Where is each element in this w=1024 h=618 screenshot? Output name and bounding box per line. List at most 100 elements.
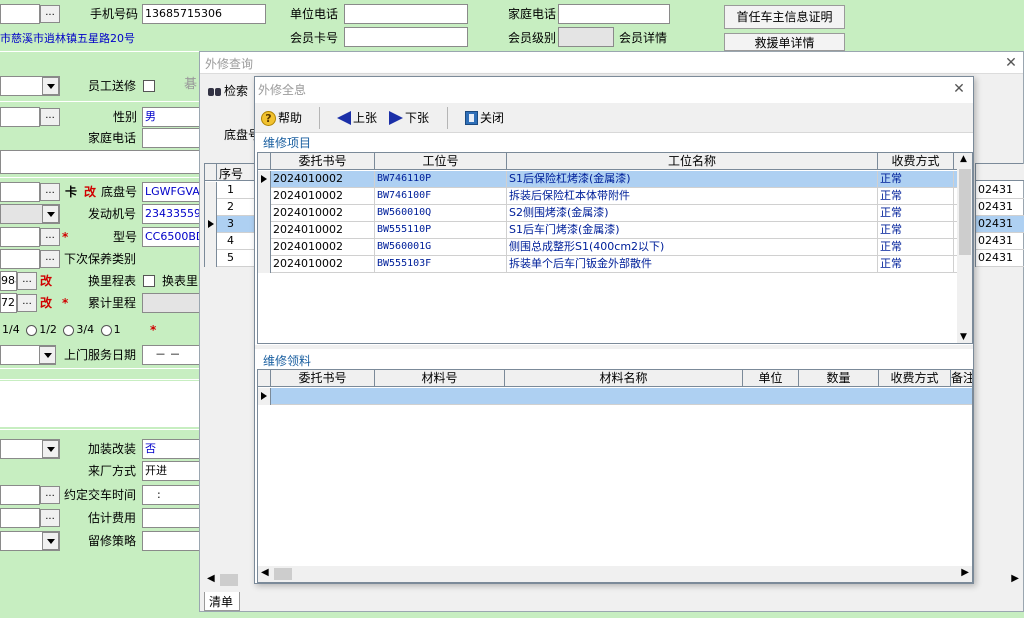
fuel-radio-group[interactable]: 1/4 1/2 3/4 1	[2, 321, 121, 339]
repair-row[interactable]: 2024010002 BW555110P S1后车门烤漆(金属漆) 正常	[258, 222, 957, 239]
left-lookup-button-3[interactable]: ...	[40, 183, 60, 201]
material-horizontal-scrollbar[interactable]: ◀ ▶	[258, 566, 972, 582]
left-select-1-dropdown[interactable]	[42, 77, 59, 95]
repair-row[interactable]: 2024010002 BW746100F 拆装后保险杠本体带附件 正常	[258, 188, 957, 205]
detail-window-titlebar[interactable]: 外修全息 ✕	[255, 77, 973, 101]
outer-row[interactable]: 5	[205, 250, 257, 267]
left-field-5[interactable]	[0, 249, 40, 269]
repair-row[interactable]: 2024010002 BW560010Q S2侧围烤漆(金属漆) 正常	[258, 205, 957, 222]
outer-row[interactable]: 1	[205, 182, 257, 199]
addon-field[interactable]: 否	[142, 439, 202, 459]
bottom-tab[interactable]: 清单	[204, 592, 240, 611]
mcol-name[interactable]: 材料名称	[505, 370, 743, 387]
fuel-option-2[interactable]: 1/2	[39, 323, 57, 336]
arrival-field[interactable]: 开进	[142, 461, 202, 481]
next-button[interactable]: 下张	[389, 107, 429, 129]
staff-delivery-checkbox[interactable]	[143, 80, 155, 92]
outer-row[interactable]: 2	[205, 199, 257, 216]
fuel-option-1[interactable]: 1/4	[2, 323, 20, 336]
chassis-field[interactable]: LGWFGVA80	[142, 182, 202, 202]
mcol-qty[interactable]: 数量	[799, 370, 879, 387]
outer-search-button[interactable]: 检索	[208, 82, 248, 99]
col-order[interactable]: 委托书号	[271, 153, 375, 170]
outer-row[interactable]: 4	[205, 233, 257, 250]
repair-row[interactable]: 2024010002 BW555103F 拆装单个后车门钣金外部散件 正常	[258, 256, 957, 273]
gender-field[interactable]: 男	[142, 107, 202, 127]
left-lookup-button-9[interactable]: ...	[40, 509, 60, 527]
scroll-up-icon[interactable]: ▲	[960, 154, 967, 164]
fuel-option-4[interactable]: 1	[114, 323, 121, 336]
left-lookup-button-7[interactable]: ...	[17, 294, 37, 312]
mcol-code[interactable]: 材料号	[375, 370, 505, 387]
left-select-4-dropdown[interactable]	[42, 440, 59, 458]
repair-items-grid[interactable]: 委托书号 工位号 工位名称 收费方式 2024010002 BW746110P S1…	[257, 152, 973, 344]
left-field-4[interactable]	[0, 227, 40, 247]
estimate-field[interactable]	[142, 508, 202, 528]
material-grid[interactable]: 委托书号 材料号 材料名称 单位 数量 收费方式 备注 ◀ ▶	[257, 369, 973, 583]
home-phone-field[interactable]	[558, 4, 670, 24]
rescue-button[interactable]: 救援单详情	[724, 33, 845, 51]
left-lookup-button-4[interactable]: ...	[40, 228, 60, 246]
left-field-7[interactable]	[0, 508, 40, 528]
first-owner-button[interactable]: 首任车主信息证明	[724, 5, 845, 29]
scroll-thumb[interactable]	[959, 169, 971, 255]
left-field-wide[interactable]	[0, 150, 205, 174]
scroll-right-icon[interactable]: ▶	[961, 567, 969, 578]
close-icon[interactable]: ✕	[1003, 55, 1019, 71]
work-phone-field[interactable]	[344, 4, 468, 24]
help-button[interactable]: ? 帮助	[261, 107, 302, 129]
repair-row[interactable]: 2024010002 BW746110P S1后保险杠烤漆(金属漆) 正常	[258, 171, 957, 188]
mcol-note[interactable]: 备注	[951, 370, 972, 387]
engine-field[interactable]: 234335598	[142, 204, 202, 224]
outer-row[interactable]: 3	[205, 216, 257, 233]
scroll-right-icon[interactable]: ▶	[1011, 573, 1019, 584]
mcol-order[interactable]: 委托书号	[271, 370, 375, 387]
left-value-2[interactable]: 72	[0, 293, 17, 313]
left-field-6[interactable]	[0, 485, 40, 505]
outer-window-titlebar[interactable]: 外修查询 ✕	[200, 52, 1023, 74]
scroll-thumb[interactable]	[220, 574, 238, 586]
left-value-1[interactable]: 988	[0, 271, 17, 291]
left-field-3[interactable]	[0, 182, 40, 202]
mobile-field[interactable]: 13685715306	[142, 4, 266, 24]
model-field[interactable]: CC6500BD2	[142, 227, 202, 247]
left-lookup-button-6[interactable]: ...	[17, 272, 37, 290]
left-lookup-button-8[interactable]: ...	[40, 486, 60, 504]
left-lookup-button-2[interactable]: ...	[40, 108, 60, 126]
scroll-left-icon[interactable]: ◀	[261, 567, 269, 578]
radio-icon[interactable]	[63, 324, 75, 336]
mcol-unit[interactable]: 单位	[743, 370, 799, 387]
repair-row[interactable]: 2024010002 BW560001G 侧围总成整形S1(400cm2以下) 正常	[258, 239, 957, 256]
radio-icon[interactable]	[26, 324, 38, 336]
prev-button[interactable]: 上张	[337, 107, 377, 129]
close-button[interactable]: 关闭	[465, 107, 504, 129]
scroll-thumb[interactable]	[274, 568, 292, 580]
delivery-time-field[interactable]: :	[142, 485, 202, 505]
left-notes-area[interactable]	[0, 381, 205, 427]
meter-change-checkbox[interactable]	[143, 275, 155, 287]
model-label: 型号	[113, 230, 138, 244]
stay-field[interactable]	[142, 531, 202, 551]
home-phone-field-2[interactable]	[142, 128, 202, 148]
radio-icon[interactable]	[100, 324, 112, 336]
fuel-option-3[interactable]: 3/4	[76, 323, 94, 336]
left-field-1[interactable]	[0, 4, 40, 24]
material-empty-row[interactable]	[258, 388, 972, 405]
mcol-charge[interactable]: 收费方式	[879, 370, 951, 387]
left-select-3-dropdown[interactable]	[39, 346, 56, 364]
scroll-down-icon[interactable]: ▼	[960, 332, 967, 342]
left-field-2[interactable]	[0, 107, 40, 127]
material-section-title: 维修领料	[263, 354, 312, 368]
close-icon[interactable]: ✕	[951, 81, 967, 97]
door-service-field[interactable]: － －	[142, 345, 202, 365]
col-name[interactable]: 工位名称	[507, 153, 878, 170]
member-card-field[interactable]	[344, 27, 468, 47]
col-code[interactable]: 工位号	[375, 153, 507, 170]
left-lookup-button-1[interactable]: ...	[40, 5, 60, 23]
scroll-left-icon[interactable]: ◀	[207, 573, 215, 584]
member-detail-label[interactable]: 会员详情	[619, 29, 667, 47]
left-lookup-button-5[interactable]: ...	[40, 250, 60, 268]
col-charge[interactable]: 收费方式	[878, 153, 954, 170]
left-select-5-dropdown[interactable]	[42, 532, 59, 550]
repair-vertical-scrollbar[interactable]: ▲ ▼	[957, 153, 972, 343]
